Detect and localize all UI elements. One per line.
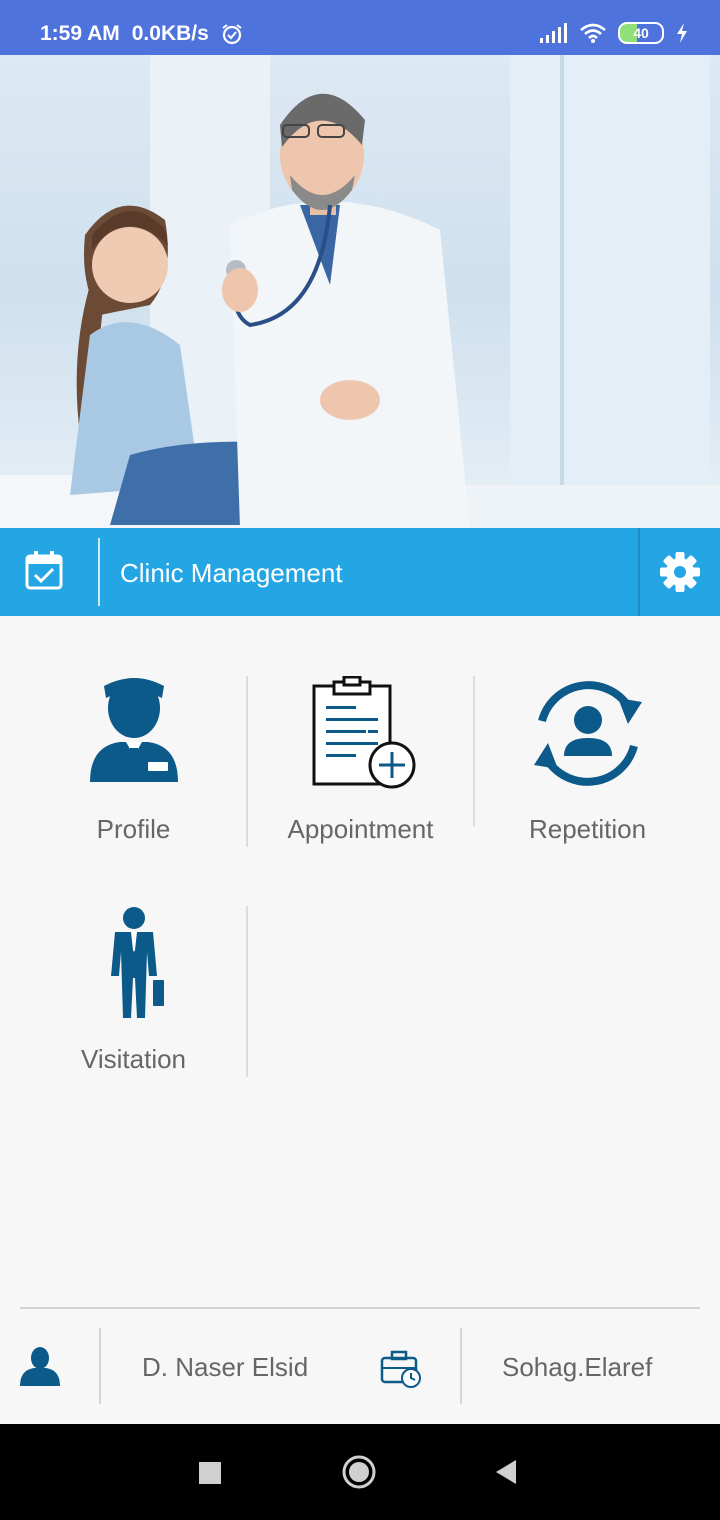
footer-bar: D. Naser Elsid Sohag.Elaref	[0, 1310, 720, 1424]
footer-divider	[20, 1307, 700, 1309]
footer-separator	[99, 1328, 101, 1404]
hero-image	[0, 55, 720, 528]
menu-item-profile[interactable]: Profile	[20, 676, 247, 846]
header-divider	[98, 538, 100, 606]
page-title: Clinic Management	[120, 558, 343, 588]
user-icon	[20, 1347, 60, 1386]
signal-icon	[540, 23, 567, 43]
status-net-speed: 0.0KB/s	[131, 22, 209, 45]
clinic-location: Sohag.Elaref	[502, 1352, 653, 1382]
grid-divider	[246, 906, 248, 1077]
app-header: Clinic Management	[0, 528, 720, 616]
home-button[interactable]	[341, 1454, 377, 1490]
alarm-icon	[222, 24, 242, 45]
menu-item-label: Profile	[96, 814, 171, 844]
menu-item-repetition[interactable]: Repetition	[474, 676, 701, 846]
doctor-name: D. Naser Elsid	[142, 1352, 309, 1382]
gear-icon[interactable]	[658, 550, 702, 594]
menu-item-appointment[interactable]: Appointment	[247, 676, 474, 846]
footer-separator	[460, 1328, 462, 1404]
recent-apps-button[interactable]	[199, 1462, 221, 1484]
status-bar: 1:59 AM 0.0KB/s 40	[0, 0, 720, 55]
clipboard-add-icon	[312, 676, 415, 789]
menu-item-label: Visitation	[80, 1044, 187, 1074]
back-button[interactable]	[494, 1458, 518, 1486]
menu-item-visitation[interactable]: Visitation	[20, 906, 247, 1076]
calendar-check-icon[interactable]	[24, 550, 64, 590]
battery-icon: 40	[618, 22, 664, 44]
header-divider	[638, 528, 640, 616]
charging-icon	[677, 23, 687, 43]
status-time: 1:59 AM	[40, 22, 120, 45]
businessman-icon	[110, 907, 164, 1018]
battery-level: 40	[633, 25, 649, 41]
menu-item-label: Repetition	[528, 814, 647, 844]
doctor-profile-icon	[89, 678, 178, 782]
user-repeat-icon	[533, 681, 642, 786]
menu-item-label: Appointment	[287, 814, 434, 844]
wifi-icon	[580, 23, 606, 43]
briefcase-clock-icon	[380, 1350, 421, 1388]
system-nav-bar	[0, 1424, 720, 1520]
